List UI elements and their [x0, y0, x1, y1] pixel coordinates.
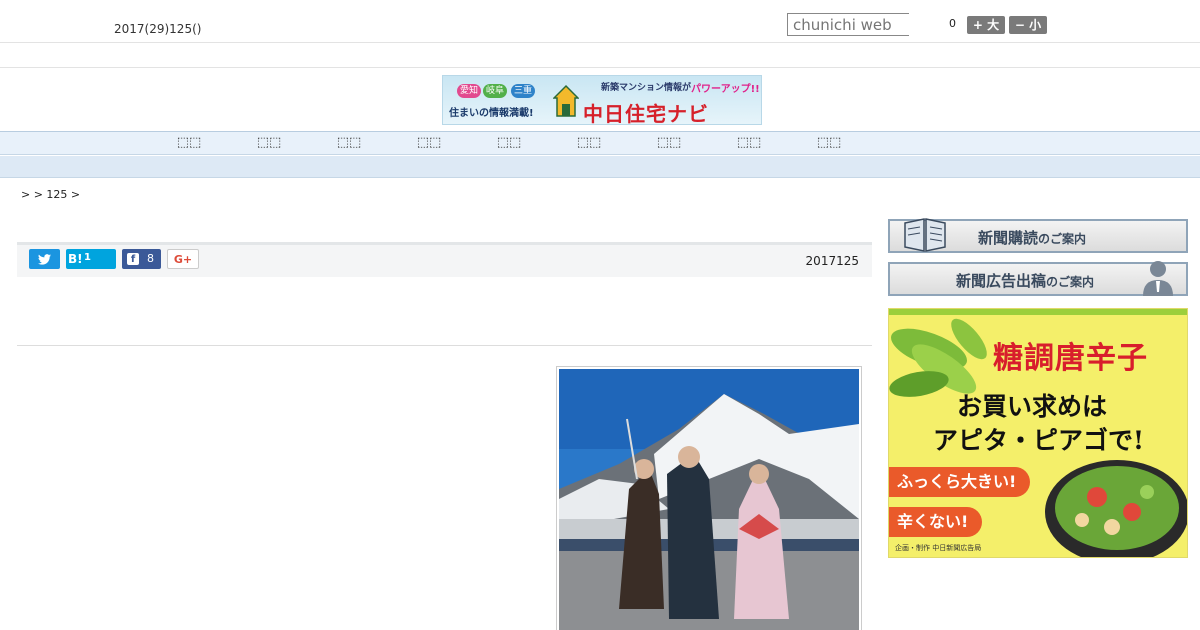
- breadcrumb[interactable]: > > 125 >: [21, 188, 80, 201]
- hatena-bookmark-button[interactable]: B! 1: [66, 249, 116, 269]
- nav-item[interactable]: ⬚⬚: [249, 135, 289, 150]
- sub-nav: [0, 156, 1200, 178]
- ad-pill-1: ふっくら大きい!: [889, 467, 1031, 497]
- banner-title: 中日住宅ナビ: [583, 102, 709, 125]
- banner-power-up: パワーアップ!!: [691, 84, 760, 95]
- banner-pref-mie: 三重: [511, 84, 536, 98]
- font-small-button[interactable]: − 小: [1009, 16, 1047, 34]
- pepper-dish-image: [1045, 460, 1187, 557]
- font-size-value: 0: [949, 17, 956, 30]
- google-plus-button[interactable]: G+: [167, 249, 199, 269]
- hatena-icon: B!: [68, 252, 83, 266]
- nav-item[interactable]: ⬚⬚: [169, 135, 209, 150]
- businessperson-icon: [1143, 261, 1173, 296]
- nav-item[interactable]: ⬚⬚: [729, 135, 769, 150]
- open-book-icon: [904, 218, 946, 252]
- font-large-button[interactable]: + 大: [967, 16, 1005, 34]
- header-strip: [0, 44, 1200, 68]
- pepper-ad-banner[interactable]: 糖調唐辛子 お買い求めは アピタ・ピアゴで! ふっくら大きい! 辛くない! 企画…: [888, 308, 1188, 558]
- twitter-icon: [38, 254, 51, 265]
- ad-title: 糖調唐辛子: [993, 341, 1148, 376]
- advertising-suffix: のご案内: [1046, 275, 1095, 289]
- ad-line-1: お買い求めは: [957, 392, 1108, 421]
- share-bar: B! 1 f 8 G+ 2017125: [17, 245, 872, 277]
- nav-item[interactable]: ⬚⬚: [329, 135, 369, 150]
- banner-pref-aichi: 愛知: [457, 84, 482, 98]
- newspaper-advertising-button[interactable]: 新聞広告出稿のご案内: [888, 261, 1188, 296]
- hatena-count: 1: [84, 252, 91, 263]
- article-photo[interactable]: [559, 369, 859, 630]
- banner-tagline: 新築マンション情報が: [601, 83, 692, 93]
- banner-subtitle: 住まいの情報満載!: [449, 108, 534, 119]
- housing-navi-banner[interactable]: 愛知 岐阜 三重 新築マンション情報が パワーアップ!! 住まいの情報満載! 中…: [442, 75, 762, 125]
- article-photo-frame: [556, 366, 862, 630]
- content-divider: [17, 345, 872, 346]
- nav-item[interactable]: ⬚⬚: [809, 135, 849, 150]
- subscription-main: 新聞購読: [978, 229, 1039, 247]
- nav-item[interactable]: ⬚⬚: [489, 135, 529, 150]
- advertising-main: 新聞広告出稿: [956, 272, 1047, 290]
- facebook-count: 8: [147, 252, 154, 265]
- facebook-icon: f: [127, 253, 139, 265]
- nav-item[interactable]: ⬚⬚: [649, 135, 689, 150]
- banner-pref-gifu: 岐阜: [483, 84, 508, 98]
- ad-pill-2: 辛くない!: [889, 507, 983, 537]
- search-input[interactable]: [787, 13, 909, 36]
- article-date: 2017125: [805, 254, 859, 268]
- facebook-share-button[interactable]: f 8: [122, 249, 161, 269]
- twitter-share-button[interactable]: [29, 249, 60, 269]
- ad-credit: 企画・制作 中日新聞広告局: [895, 544, 982, 552]
- nav-item[interactable]: ⬚⬚: [569, 135, 609, 150]
- newspaper-subscription-button[interactable]: 新聞購読のご案内: [888, 218, 1188, 253]
- top-utility-bar: 2017(29)125() 0 + 大 − 小: [0, 0, 1200, 43]
- main-nav: ⬚⬚ ⬚⬚ ⬚⬚ ⬚⬚ ⬚⬚ ⬚⬚ ⬚⬚ ⬚⬚ ⬚⬚: [0, 131, 1200, 155]
- header-date: 2017(29)125(): [114, 22, 202, 36]
- nav-item[interactable]: ⬚⬚: [409, 135, 449, 150]
- subscription-suffix: のご案内: [1038, 232, 1087, 246]
- advertising-label: 新聞広告出稿のご案内: [956, 270, 1094, 291]
- house-icon: [553, 84, 579, 117]
- subscription-label: 新聞購読のご案内: [978, 227, 1086, 248]
